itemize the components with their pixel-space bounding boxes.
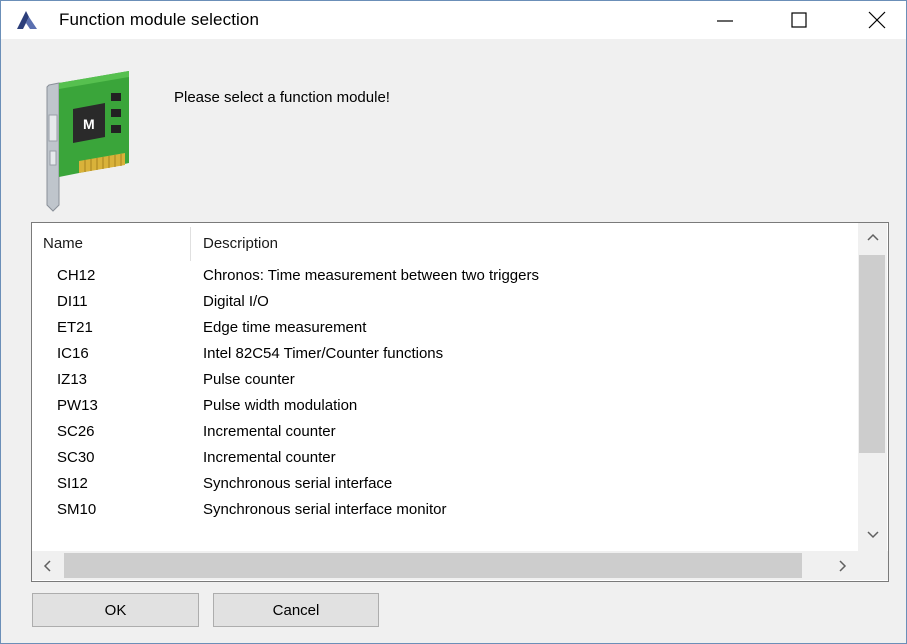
module-name: SM10 (57, 501, 97, 518)
list-item[interactable]: SC26 Incremental counter (32, 421, 858, 447)
module-name: IZ13 (57, 371, 88, 388)
column-header-description[interactable]: Description (203, 235, 278, 252)
maximize-button[interactable] (769, 1, 829, 39)
module-description: Digital I/O (203, 293, 269, 310)
list-item[interactable]: SC30 Incremental counter (32, 447, 858, 473)
list-item[interactable]: IZ13 Pulse counter (32, 369, 858, 395)
module-description: Pulse counter (203, 371, 295, 388)
list-item[interactable]: DI11 Digital I/O (32, 291, 858, 317)
chevron-down-icon (867, 531, 879, 539)
scroll-down-button[interactable] (858, 521, 887, 551)
chevron-left-icon (43, 560, 51, 572)
chevron-right-icon (839, 560, 847, 572)
list-item[interactable]: SM10 Synchronous serial interface monito… (32, 499, 858, 525)
scroll-left-button[interactable] (32, 551, 62, 580)
module-name: SC30 (57, 449, 95, 466)
horizontal-scrollbar[interactable] (32, 551, 858, 580)
vertical-scrollbar[interactable] (858, 223, 887, 551)
dialog-window: Function module selection M Please selec… (0, 0, 907, 644)
module-description: Incremental counter (203, 423, 336, 440)
list-item[interactable]: CH12 Chronos: Time measurement between t… (32, 265, 858, 291)
module-description: Pulse width modulation (203, 397, 358, 414)
module-name: SI12 (57, 475, 88, 492)
list-item[interactable]: PW13 Pulse width modulation (32, 395, 858, 421)
module-name: DI11 (57, 293, 88, 310)
column-header-name[interactable]: Name (43, 235, 83, 252)
module-name: ET21 (57, 319, 93, 336)
module-description: Intel 82C54 Timer/Counter functions (203, 345, 444, 362)
close-button[interactable] (847, 1, 907, 39)
maximize-icon (791, 12, 807, 28)
list-item[interactable]: IC16 Intel 82C54 Timer/Counter functions (32, 343, 858, 369)
app-logo-icon (17, 11, 39, 29)
window-title: Function module selection (59, 10, 260, 29)
module-name: SC26 (57, 423, 95, 440)
module-name: CH12 (57, 267, 96, 284)
module-description: Edge time measurement (203, 319, 367, 336)
module-name: PW13 (57, 397, 98, 414)
function-module-list[interactable]: Name Description CH12 Chronos: Time meas… (31, 222, 889, 582)
scrollbar-corner (858, 551, 888, 580)
ok-button[interactable]: OK (32, 593, 199, 627)
instruction-text: Please select a function module! (174, 89, 390, 106)
chevron-up-icon (867, 233, 879, 241)
cancel-button[interactable]: Cancel (213, 593, 379, 627)
list-rows: CH12 Chronos: Time measurement between t… (32, 265, 858, 525)
scroll-up-button[interactable] (858, 223, 887, 253)
scroll-right-button[interactable] (828, 551, 858, 580)
svg-text:M: M (83, 116, 95, 132)
title-bar[interactable]: Function module selection (1, 1, 906, 39)
list-header: Name Description (32, 223, 858, 263)
module-name: IC16 (57, 345, 89, 362)
column-separator[interactable] (190, 227, 191, 261)
module-description: Incremental counter (203, 449, 336, 466)
horizontal-scroll-thumb[interactable] (64, 553, 802, 578)
module-description: Synchronous serial interface (203, 475, 393, 492)
module-description: Chronos: Time measurement between two tr… (203, 267, 539, 284)
module-description: Synchronous serial interface monitor (203, 501, 447, 518)
minimize-icon (717, 20, 733, 22)
list-item[interactable]: ET21 Edge time measurement (32, 317, 858, 343)
function-module-card-icon: M (35, 65, 131, 213)
close-icon (868, 11, 886, 29)
list-item[interactable]: SI12 Synchronous serial interface (32, 473, 858, 499)
minimize-button[interactable] (695, 1, 755, 39)
vertical-scroll-thumb[interactable] (859, 255, 885, 453)
